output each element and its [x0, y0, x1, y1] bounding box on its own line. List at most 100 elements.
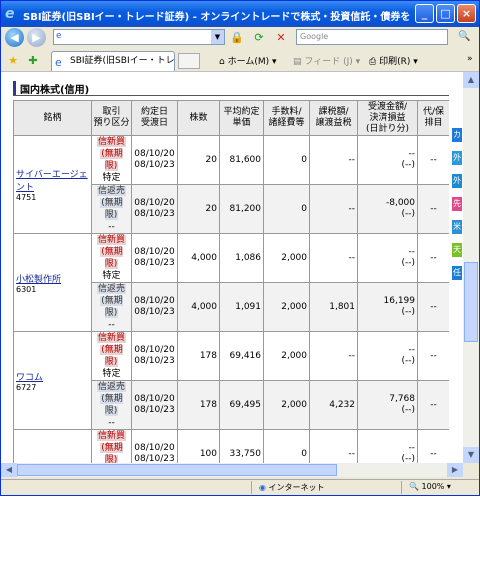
amount-cell: 16,199 (--) — [357, 282, 418, 332]
header-qty: 株数 — [177, 100, 220, 136]
price-cell: 81,200 — [219, 184, 264, 234]
print-button[interactable]: ⎙ 印刷(R) ▾ — [369, 54, 418, 67]
tax-cell: -- — [309, 233, 358, 283]
ie-logo-icon: e — [5, 6, 15, 22]
minimize-button[interactable]: _ — [415, 4, 434, 23]
settle-date: 08/10/23 — [134, 356, 175, 366]
page-icon: e — [56, 31, 62, 41]
amount-cell: 7,768 (--) — [357, 380, 418, 430]
trade-kind-cell: 信新買 (無期限) 特定 — [91, 135, 132, 185]
stop-icon[interactable]: ✕ — [273, 30, 289, 45]
trade-kind: 信新買 — [96, 137, 126, 147]
settle-date: 08/10/23 — [134, 258, 175, 268]
tab-active[interactable]: e SBI証券(旧SBIイー・トレー... — [51, 51, 175, 71]
tax-cell: -- — [309, 135, 358, 185]
amount-value: 16,199 — [383, 296, 416, 306]
side-panel-tile[interactable]: 任 — [452, 266, 462, 280]
date-cell: 08/10/20 08/10/23 — [131, 331, 178, 381]
trade-date: 08/10/20 — [134, 296, 175, 306]
vertical-scroll-thumb[interactable] — [464, 262, 478, 342]
settle-date: 08/10/23 — [134, 454, 175, 463]
date-cell: 08/10/20 08/10/23 — [131, 233, 178, 283]
horizontal-scroll-thumb[interactable] — [17, 464, 337, 476]
amount-cell: -- (--) — [357, 135, 418, 185]
trade-kind: 信返売 — [96, 284, 126, 294]
stock-name-link[interactable]: サイバーエージェント — [16, 167, 89, 193]
print-icon: ⎙ — [369, 57, 377, 67]
side-panel-tile[interactable]: 天 — [452, 243, 462, 257]
settle-date: 08/10/23 — [134, 307, 175, 317]
positions-table: 銘柄 取引 預り区分 約定日 受渡日 株数 平均約定 単価 手数料/ 諸経費等 … — [13, 100, 450, 463]
add-favorites-icon[interactable]: ✚ — [25, 53, 41, 68]
scroll-left-icon[interactable]: ◀ — [1, 463, 17, 477]
section-title: 国内株式(信用) — [13, 81, 89, 96]
maximize-button[interactable]: □ — [436, 4, 455, 23]
lock-icon[interactable]: 🔒 — [229, 30, 245, 45]
status-bar: ◉ インターネット 🔍 100% ▾ — [1, 479, 479, 495]
side-panel-tile[interactable]: 外 — [452, 151, 462, 165]
table-row: 任天堂 7974 信新買 (無期限) 特定 08/10/20 08/10/231… — [13, 429, 450, 463]
fee-cell: 2,000 — [263, 282, 310, 332]
window-title: SBI証券(旧SBIイー・トレード証券) - オンライントレードで株式・投資信託… — [23, 12, 413, 23]
stock-name-link[interactable]: 小松製作所 — [16, 272, 89, 285]
amount-daytrade: (--) — [401, 356, 415, 366]
more-chevron-icon[interactable]: » — [467, 54, 473, 64]
globe-icon: ◉ — [259, 483, 266, 492]
side-panel-tile[interactable]: カ — [452, 128, 462, 142]
side-panel-tile[interactable]: 外 — [452, 174, 462, 188]
stock-name-link[interactable]: ワコム — [16, 370, 89, 383]
stock-name-cell: 任天堂 7974 — [13, 429, 92, 463]
back-button[interactable]: ◀ — [5, 28, 24, 47]
address-dropdown-icon[interactable]: ▼ — [211, 30, 224, 44]
horizontal-scrollbar[interactable]: ◀ ▶ — [1, 463, 463, 477]
trade-term: (無期限) — [100, 296, 123, 318]
home-label: ホーム(M) — [227, 57, 270, 67]
trade-term: (無期限) — [100, 149, 123, 171]
fee-cell: 2,000 — [263, 233, 310, 283]
scroll-right-icon[interactable]: ▶ — [447, 463, 463, 477]
forward-button[interactable]: ▶ — [27, 28, 46, 47]
header-other: 代/保 排目 — [417, 100, 450, 136]
trade-date: 08/10/20 — [134, 443, 175, 453]
tab-page-icon: e — [55, 56, 62, 69]
positions-body: サイバーエージェント 4751 信新買 (無期限) 特定 08/10/20 08… — [13, 135, 450, 463]
header-amount: 受渡金額/ 決済損益 (日計り分) — [357, 100, 418, 136]
scroll-down-icon[interactable]: ▼ — [463, 447, 479, 463]
title-bar[interactable]: e SBI証券(旧SBIイー・トレード証券) - オンライントレードで株式・投資… — [1, 1, 479, 27]
trade-date: 08/10/20 — [134, 394, 175, 404]
vertical-scrollbar[interactable]: ▲ ▼ — [463, 72, 479, 463]
header-kbn: 取引 預り区分 — [91, 100, 132, 136]
stock-code: 4751 — [16, 193, 37, 202]
other-cell: -- — [417, 135, 450, 185]
amount-value: -- — [408, 149, 416, 159]
page-content: 国内株式(信用) 銘柄 取引 預り区分 約定日 受渡日 株数 平均約定 単価 手… — [1, 72, 463, 463]
trade-term: (無期限) — [100, 443, 123, 463]
trade-kind-cell: 信返売 (無期限) -- — [91, 184, 132, 234]
print-label: 印刷(R) — [379, 57, 411, 67]
favorites-star-icon[interactable]: ★ — [5, 53, 21, 68]
scroll-up-icon[interactable]: ▲ — [463, 72, 479, 88]
price-cell: 33,750 — [219, 429, 264, 463]
zoom-control[interactable]: 🔍 100% ▾ — [409, 482, 451, 491]
feed-button[interactable]: ▤ フィード (J) ▾ — [293, 54, 360, 67]
refresh-icon[interactable]: ⟳ — [251, 30, 267, 45]
amount-daytrade: (--) — [401, 454, 415, 463]
side-panel-tile[interactable]: 米 — [452, 220, 462, 234]
other-cell: -- — [417, 184, 450, 234]
price-cell: 69,416 — [219, 331, 264, 381]
trade-kind: 信新買 — [96, 235, 126, 245]
search-input[interactable]: Google — [296, 29, 448, 45]
other-cell: -- — [417, 233, 450, 283]
amount-cell: -- (--) — [357, 233, 418, 283]
security-zone[interactable]: ◉ インターネット — [259, 482, 325, 493]
address-field[interactable]: e ▼ — [53, 29, 225, 45]
amount-value: -- — [408, 345, 416, 355]
date-cell: 08/10/20 08/10/23 — [131, 135, 178, 185]
trade-term: (無期限) — [100, 394, 123, 416]
side-panel-tile[interactable]: 先 — [452, 197, 462, 211]
new-tab-button[interactable] — [178, 53, 200, 69]
close-button[interactable]: × — [457, 4, 476, 23]
status-separator — [251, 481, 252, 494]
search-icon[interactable]: 🔍 — [452, 29, 477, 45]
home-button[interactable]: ⌂ ホーム(M) ▾ — [219, 54, 277, 67]
